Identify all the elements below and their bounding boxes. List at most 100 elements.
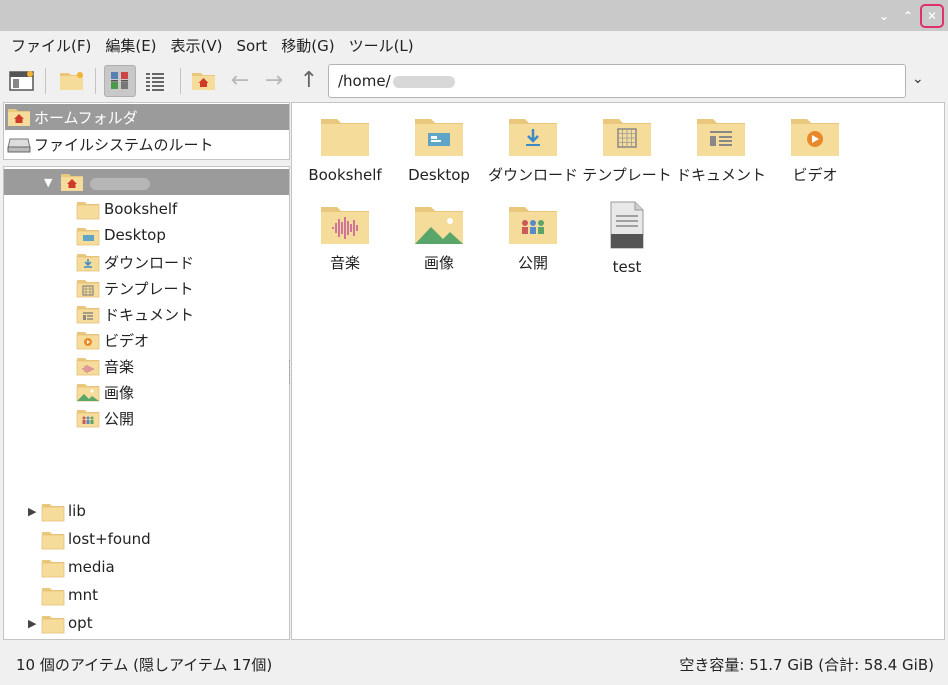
item-count-status: 10 個のアイテム (隠しアイテム 17個) (16, 656, 273, 674)
file-label: ダウンロード (488, 166, 579, 184)
file-item-pictures[interactable]: 画像 (394, 203, 484, 272)
tree-label: Desktop (104, 226, 166, 244)
folder-icon (76, 201, 100, 220)
menu-edit[interactable]: 編集(E) (98, 35, 163, 56)
toolbar-separator (95, 68, 96, 94)
close-icon[interactable]: ✕ (920, 4, 944, 28)
tree-item-videos[interactable]: ビデオ (4, 327, 289, 353)
collapse-arrow-icon[interactable]: ▼ (44, 176, 52, 189)
new-folder-icon (60, 72, 83, 90)
file-item-test[interactable]: test (582, 201, 672, 276)
tree-label: 音楽 (104, 358, 135, 376)
home-folder-icon (192, 73, 215, 90)
path-history-dropdown-icon[interactable]: ⌄ (912, 71, 924, 87)
folder-icon (321, 119, 369, 156)
file-label: Desktop (408, 166, 470, 184)
up-button[interactable]: ↑ (293, 65, 325, 97)
redacted-username (392, 75, 455, 88)
file-item-templates[interactable]: テンプレート (582, 115, 672, 184)
tree-item-public[interactable]: 公開 (4, 405, 289, 431)
tree-label: ドキュメント (104, 306, 195, 324)
tree-item-lib[interactable]: ▶ lib (4, 499, 289, 525)
free-space-status: 空き容量: 51.7 GiB (合計: 58.4 GiB) (679, 656, 934, 674)
forward-button[interactable]: → (258, 65, 290, 97)
file-item-documents[interactable]: ドキュメント (676, 115, 766, 184)
file-label: 画像 (423, 254, 454, 272)
tree-item-proc[interactable]: ▶ proc (4, 639, 289, 640)
new-folder-button[interactable] (56, 65, 88, 97)
maximize-icon[interactable]: ⌃ (898, 6, 918, 26)
tree-item-desktop[interactable]: Desktop (4, 223, 289, 249)
path-input[interactable]: /home/ (328, 64, 906, 98)
tree-label: テンプレート (104, 280, 194, 298)
file-label: test (612, 258, 642, 276)
expand-arrow-icon[interactable]: ▶ (28, 617, 36, 630)
tree-item-documents[interactable]: ドキュメント (4, 301, 289, 327)
toolbar: ← → ↑ /home/ ⌄ (0, 60, 948, 102)
tree-item-lost-found[interactable]: lost+found (4, 527, 289, 553)
file-item-bookshelf[interactable]: Bookshelf (300, 115, 390, 184)
music-folder-icon (76, 357, 100, 376)
home-folder-icon (8, 109, 30, 126)
home-button[interactable] (188, 65, 220, 97)
download-folder-icon (509, 119, 557, 156)
text-file-icon (610, 201, 644, 249)
status-bar: 10 個のアイテム (隠しアイテム 17個) 空き容量: 51.7 GiB (合… (0, 642, 948, 685)
folder-icon (41, 531, 65, 550)
file-label: ドキュメント (676, 166, 767, 184)
home-folder-icon (61, 174, 83, 191)
icon-view-button[interactable] (104, 65, 136, 97)
tree-label: ビデオ (104, 332, 150, 350)
menu-file[interactable]: ファイル(F) (4, 35, 98, 56)
menu-go[interactable]: 移動(G) (274, 35, 341, 56)
file-item-desktop[interactable]: Desktop (394, 115, 484, 184)
desktop-folder-icon (76, 227, 100, 246)
back-button[interactable]: ← (224, 65, 256, 97)
tree-label: ダウンロード (104, 254, 195, 272)
tree-item-home-user[interactable]: ▼ (4, 169, 289, 195)
place-label: ファイルシステムのルート (34, 135, 214, 154)
directory-tree: ▼ Bookshelf Desktop ダウンロード テンプレート ドキュメント… (3, 166, 290, 640)
expand-arrow-icon[interactable]: ▶ (28, 505, 36, 518)
folder-icon (41, 615, 65, 634)
place-label: ホームフォルダ (34, 108, 138, 127)
file-item-public[interactable]: 公開 (488, 203, 578, 272)
drive-icon (7, 138, 31, 153)
folder-icon (41, 587, 65, 606)
file-label: Bookshelf (308, 166, 382, 184)
menu-sort[interactable]: Sort (230, 37, 275, 55)
new-window-button[interactable] (6, 65, 38, 97)
folder-icon (41, 503, 65, 522)
menu-tools[interactable]: ツール(L) (342, 35, 421, 56)
folder-icon (41, 559, 65, 578)
tree-item-mnt[interactable]: mnt (4, 583, 289, 609)
list-view-button[interactable] (139, 65, 171, 97)
forward-arrow-icon: → (264, 68, 284, 93)
minimize-icon[interactable]: ⌄ (874, 6, 894, 26)
file-item-music[interactable]: 音楽 (300, 203, 390, 272)
video-folder-icon (791, 119, 839, 156)
tree-item-media[interactable]: media (4, 555, 289, 581)
menu-bar: ファイル(F) 編集(E) 表示(V) Sort 移動(G) ツール(L) (0, 31, 948, 60)
pictures-folder-icon (415, 207, 463, 244)
tree-item-templates[interactable]: テンプレート (4, 275, 289, 301)
tree-label: lost+found (68, 530, 151, 548)
menu-view[interactable]: 表示(V) (164, 35, 230, 56)
tree-item-opt[interactable]: ▶ opt (4, 611, 289, 637)
tree-label: mnt (68, 586, 98, 604)
title-bar: ⌄ ⌃ ✕ (0, 0, 948, 31)
tree-item-music[interactable]: 音楽 (4, 353, 289, 379)
tree-item-bookshelf[interactable]: Bookshelf (4, 197, 289, 223)
list-view-icon (146, 73, 164, 91)
file-item-downloads[interactable]: ダウンロード (488, 115, 578, 184)
up-arrow-icon: ↑ (299, 68, 319, 93)
file-label: 公開 (517, 254, 548, 272)
toolbar-separator (180, 68, 181, 94)
file-item-videos[interactable]: ビデオ (770, 115, 860, 184)
tree-label: Bookshelf (104, 200, 178, 218)
tree-item-pictures[interactable]: 画像 (4, 379, 289, 405)
documents-folder-icon (76, 305, 100, 324)
tree-item-downloads[interactable]: ダウンロード (4, 249, 289, 275)
place-home-folder[interactable]: ホームフォルダ (5, 104, 289, 130)
place-filesystem-root[interactable]: ファイルシステムのルート (5, 131, 289, 157)
